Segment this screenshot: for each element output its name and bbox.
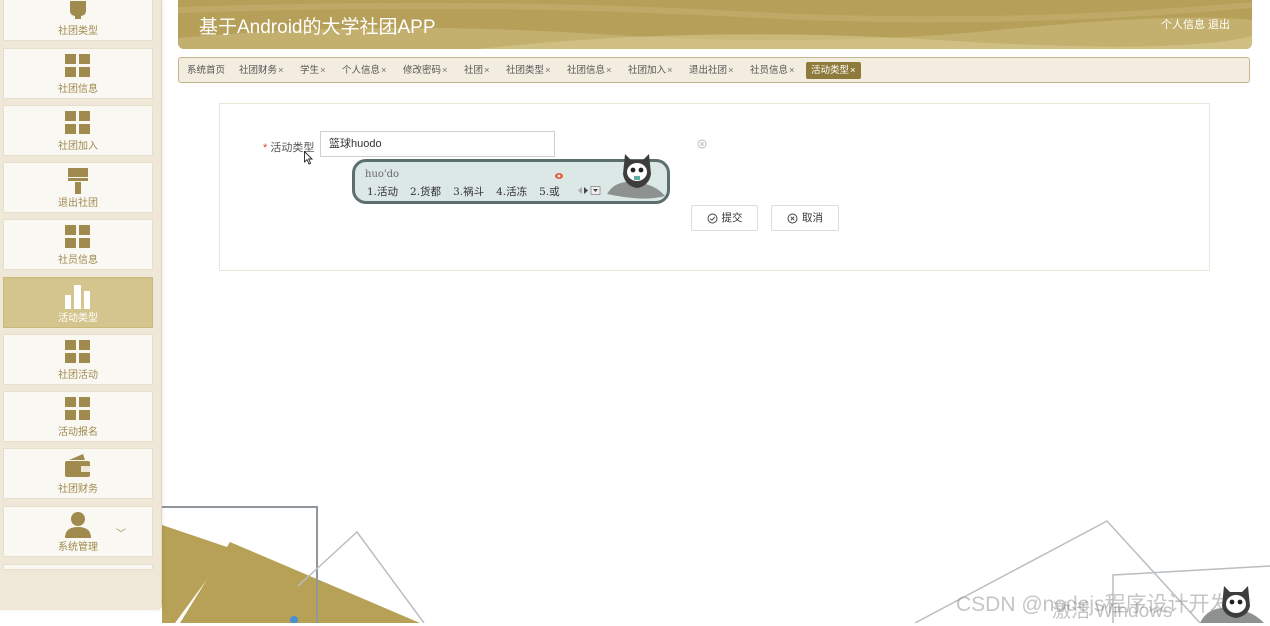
- ime-candidate[interactable]: 5.或: [539, 186, 560, 198]
- ime-logo-icon: [554, 169, 564, 183]
- tab-close-icon[interactable]: ×: [545, 65, 551, 76]
- ime-candidate[interactable]: 4.活冻: [496, 186, 527, 198]
- tab-bar: 系统首页 社团财务× 学生× 个人信息× 修改密码× 社团× 社团类型× 社团信…: [178, 57, 1250, 83]
- grid-icon: [65, 340, 91, 367]
- tab-label: 个人信息: [342, 65, 381, 76]
- sidebar-item-label: 系统管理: [58, 542, 98, 553]
- tab-club-type[interactable]: 社团类型×: [506, 63, 551, 78]
- tab-close-icon[interactable]: ×: [728, 65, 734, 76]
- tab-close-icon[interactable]: ×: [278, 65, 284, 76]
- profile-link[interactable]: 个人信息: [1161, 16, 1205, 32]
- submit-button[interactable]: 提交: [691, 205, 758, 231]
- tab-label: 社员信息: [750, 65, 789, 76]
- sidebar-item-label: 社团加入: [58, 141, 98, 152]
- tab-label: 修改密码: [403, 65, 442, 76]
- logout-link[interactable]: 退出: [1208, 16, 1230, 32]
- tab-club-finance[interactable]: 社团财务×: [239, 63, 284, 78]
- tab-close-icon[interactable]: ×: [484, 65, 490, 76]
- ime-pinyin: huo'do: [365, 169, 400, 180]
- sidebar-item-label: 社团活动: [58, 370, 98, 381]
- sidebar-item-label: 社员信息: [58, 255, 98, 266]
- wallet-icon: [65, 454, 91, 481]
- tab-close-icon[interactable]: ×: [606, 65, 612, 76]
- clear-icon[interactable]: [697, 138, 707, 152]
- grid-icon: [65, 397, 91, 424]
- brush-icon: [67, 168, 89, 197]
- check-circle-icon: [707, 213, 717, 223]
- sidebar-item-label: 社团信息: [58, 84, 98, 95]
- ime-candidate[interactable]: 1.活动: [367, 186, 398, 198]
- tab-quit-club[interactable]: 退出社团×: [689, 63, 734, 78]
- close-circle-icon: [787, 213, 798, 223]
- app-title: 基于Android的大学社团APP: [199, 17, 436, 38]
- sidebar-item-member-info[interactable]: 社员信息: [3, 219, 153, 270]
- cancel-label: 取消: [802, 212, 823, 224]
- tab-home[interactable]: 系统首页: [187, 63, 225, 78]
- tab-member-info[interactable]: 社员信息×: [750, 63, 795, 78]
- tab-club-join[interactable]: 社团加入×: [628, 63, 673, 78]
- tab-student[interactable]: 学生×: [300, 63, 326, 78]
- app-header: 基于Android的大学社团APP 个人信息 退出: [178, 0, 1252, 49]
- tab-label: 系统首页: [187, 65, 226, 76]
- sidebar-item-label: 社团类型: [58, 26, 98, 37]
- ime-candidate[interactable]: 2.货都: [410, 186, 441, 198]
- submit-label: 提交: [721, 212, 743, 224]
- tab-label: 社团类型: [506, 65, 545, 76]
- tab-close-icon[interactable]: ×: [381, 65, 387, 76]
- tab-label: 社团: [464, 65, 484, 76]
- tab-label: 社团加入: [628, 65, 667, 76]
- sidebar-item-activity-signup[interactable]: 活动报名: [3, 391, 153, 442]
- tab-activity-type[interactable]: 活动类型×: [806, 62, 861, 79]
- tab-close-icon[interactable]: ×: [667, 65, 673, 76]
- ime-candidate[interactable]: 3.祸斗: [453, 186, 484, 198]
- sidebar-item-label: 社团财务: [58, 484, 98, 495]
- mouse-cursor-icon: [304, 150, 314, 168]
- ime-candidates: 1.活动 2.货都 3.祸斗 4.活冻 5.或: [367, 184, 572, 199]
- tab-change-password[interactable]: 修改密码×: [403, 63, 448, 78]
- sidebar-item-label: 退出社团: [58, 198, 98, 209]
- sidebar: 社团类型 社团信息 社团加入 退出社团 社员信息 活动类型 社团活动 活动报名 …: [0, 0, 162, 610]
- sidebar-item-club-join[interactable]: 社团加入: [3, 105, 153, 156]
- bar-chart-icon: [65, 283, 91, 312]
- tab-label: 活动类型: [811, 65, 850, 76]
- sidebar-item-quit-club[interactable]: 退出社团: [3, 162, 153, 213]
- user-icon: [65, 512, 91, 541]
- ime-candidate-popup: huo'do 1.活动 2.货都 3.祸斗 4.活冻 5.或: [352, 154, 670, 204]
- required-mark: *: [263, 142, 268, 154]
- tab-close-icon[interactable]: ×: [850, 65, 856, 76]
- activate-windows-text: 激活 Windows: [1052, 601, 1173, 622]
- tab-close-icon[interactable]: ×: [789, 65, 795, 76]
- sidebar-item-activity-type[interactable]: 活动类型: [3, 277, 153, 328]
- grid-icon: [65, 225, 91, 252]
- tab-label: 学生: [300, 65, 320, 76]
- tab-close-icon[interactable]: ×: [320, 65, 326, 76]
- ime-mascot-icon: [605, 150, 671, 205]
- sidebar-item-club-info[interactable]: 社团信息: [3, 48, 153, 99]
- sidebar-item-club-activity[interactable]: 社团活动: [3, 334, 153, 385]
- cancel-button[interactable]: 取消: [771, 205, 839, 231]
- sidebar-item-club-type[interactable]: 社团类型: [3, 0, 153, 41]
- sidebar-item-club-finance[interactable]: 社团财务: [3, 448, 153, 499]
- grid-icon: [65, 54, 91, 81]
- tab-personal-info[interactable]: 个人信息×: [342, 63, 387, 78]
- sidebar-item-label: 活动报名: [58, 427, 98, 438]
- tab-label: 社团信息: [567, 65, 606, 76]
- mascot-icon: [1200, 582, 1270, 626]
- sidebar-item-partial: [3, 564, 153, 570]
- tab-label: 退出社团: [689, 65, 728, 76]
- tab-club-info[interactable]: 社团信息×: [567, 63, 612, 78]
- tab-club[interactable]: 社团×: [464, 63, 490, 78]
- tab-label: 社团财务: [239, 65, 278, 76]
- tab-close-icon[interactable]: ×: [442, 65, 448, 76]
- grid-icon: [65, 111, 91, 138]
- activity-type-input[interactable]: 篮球huodo: [320, 131, 555, 157]
- background-decoration: [162, 506, 1270, 623]
- sidebar-item-system-management[interactable]: ﹀ 系统管理: [3, 506, 153, 557]
- ime-page-nav-icon[interactable]: [577, 186, 601, 197]
- sidebar-item-label: 活动类型: [58, 313, 98, 324]
